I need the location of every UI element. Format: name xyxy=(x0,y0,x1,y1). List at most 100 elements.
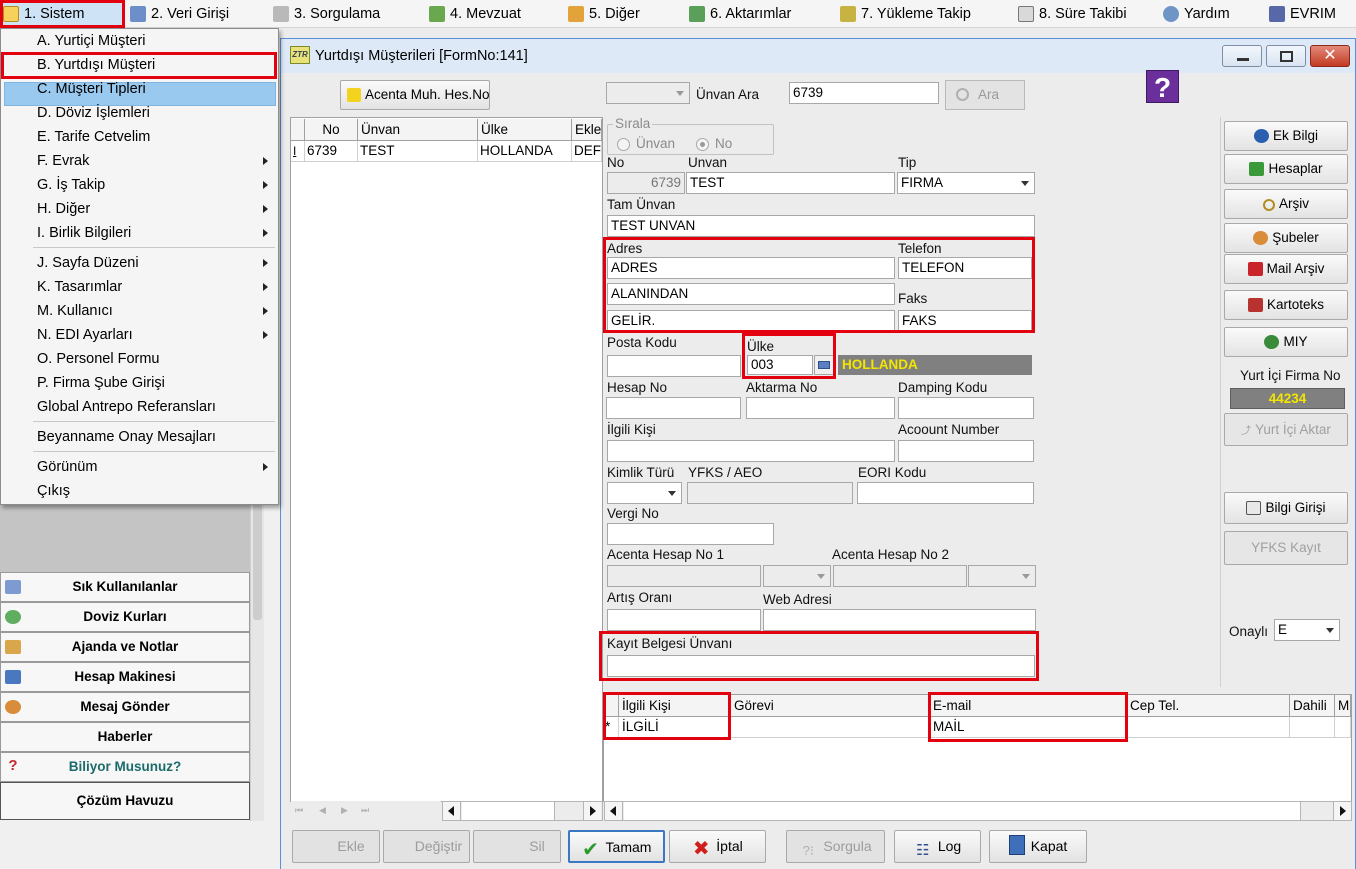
menu-item-edi-ayarlari[interactable]: N. EDI Ayarları xyxy=(1,323,278,347)
left-btn-hesap-makinesi[interactable]: Hesap Makinesi xyxy=(0,662,250,692)
scroll-right-icon[interactable] xyxy=(583,802,601,820)
yfks-kayit-button[interactable]: YFKS Kayıt xyxy=(1224,531,1348,565)
menu-evrim[interactable]: EVRIM xyxy=(1266,3,1336,25)
adres-line3-field[interactable]: GELİR. xyxy=(607,310,895,332)
menu-diger[interactable]: 5. Diğer xyxy=(565,3,640,25)
contacts-row-gorevi[interactable] xyxy=(731,717,930,738)
miy-button[interactable]: MIY xyxy=(1224,327,1348,357)
menu-item-is-takip[interactable]: G. İş Takip xyxy=(1,173,278,197)
telefon-field[interactable]: TELEFON xyxy=(898,257,1032,279)
menu-item-evrak[interactable]: F. Evrak xyxy=(1,149,278,173)
help-question-icon[interactable]: ? xyxy=(1146,70,1179,103)
menu-item-tasarimlar[interactable]: K. Tasarımlar xyxy=(1,275,278,299)
left-btn-cozum-havuzu[interactable]: Çözüm Havuzu xyxy=(0,782,250,820)
sirala-unvan-radio[interactable] xyxy=(617,138,630,151)
menu-sure-takibi[interactable]: 8. Süre Takibi xyxy=(1015,3,1127,25)
left-btn-mesaj-gonder[interactable]: Mesaj Gönder xyxy=(0,692,250,722)
contacts-header-gorevi[interactable]: Görevi xyxy=(731,695,930,717)
onayli-select[interactable]: E xyxy=(1274,619,1340,641)
contacts-row-cep-tel[interactable] xyxy=(1127,717,1290,738)
contacts-header-email[interactable]: E-mail xyxy=(930,695,1127,717)
kapat-button[interactable]: Kapat xyxy=(989,830,1087,863)
first-record-icon[interactable]: ⏮ xyxy=(295,805,307,816)
left-btn-ajanda[interactable]: Ajanda ve Notlar xyxy=(0,632,250,662)
menu-item-birlik-bilgileri[interactable]: I. Birlik Bilgileri xyxy=(1,221,278,245)
menu-item-firma-sube-girisi[interactable]: P. Firma Şube Girişi xyxy=(1,371,278,395)
ek-bilgi-button[interactable]: Ek Bilgi xyxy=(1224,121,1348,151)
contacts-row-m[interactable] xyxy=(1335,717,1351,738)
close-button[interactable]: ✕ xyxy=(1310,45,1350,67)
grid-header-no[interactable]: No xyxy=(305,119,358,141)
menu-veri-girisi[interactable]: 2. Veri Girişi xyxy=(127,3,229,25)
grid-horizontal-scrollbar[interactable] xyxy=(442,801,603,821)
arsiv-button[interactable]: Arşiv xyxy=(1224,189,1348,219)
unvan-field[interactable]: TEST xyxy=(686,172,895,194)
menu-yukleme-takip[interactable]: 7. Yükleme Takip xyxy=(837,3,971,25)
left-panel-scrollbar[interactable] xyxy=(250,480,264,821)
left-btn-haberler[interactable]: Haberler xyxy=(0,722,250,752)
menu-yardim[interactable]: Yardım xyxy=(1160,3,1230,25)
last-record-icon[interactable]: ⏭ xyxy=(361,805,373,816)
left-btn-doviz-kurlari[interactable]: Doviz Kurları xyxy=(0,602,250,632)
vergi-no-field[interactable] xyxy=(607,523,774,545)
contacts-horizontal-scrollbar[interactable] xyxy=(604,801,1352,821)
menu-item-diger[interactable]: H. Diğer xyxy=(1,197,278,221)
sirala-no-radio[interactable] xyxy=(696,138,709,151)
ilgili-kisi-field[interactable] xyxy=(607,440,895,462)
sil-button[interactable]: Sil xyxy=(473,830,561,863)
web-adresi-field[interactable] xyxy=(763,609,1036,631)
table-row-ulke[interactable]: HOLLANDA xyxy=(478,141,572,162)
ekle-button[interactable]: Ekle xyxy=(292,830,380,863)
menu-item-yurtici-musteri[interactable]: A. Yurtiçi Müşteri xyxy=(1,29,278,53)
mail-arsiv-button[interactable]: Mail Arşiv xyxy=(1224,254,1348,284)
tam-unvan-field[interactable]: TEST UNVAN xyxy=(607,215,1035,237)
table-row-ekle[interactable]: DEF xyxy=(572,141,602,162)
bilgi-girisi-button[interactable]: Bilgi Girişi xyxy=(1224,492,1348,524)
menu-item-global-antrepo[interactable]: Global Antrepo Referansları xyxy=(1,395,278,419)
damping-kodu-field[interactable] xyxy=(898,397,1034,419)
scroll-right-icon[interactable] xyxy=(1333,802,1351,820)
kayit-belgesi-field[interactable] xyxy=(607,655,1035,677)
contacts-header-cep-tel[interactable]: Cep Tel. xyxy=(1127,695,1290,717)
left-btn-biliyor-musunuz[interactable]: ? Biliyor Musunuz? xyxy=(0,752,250,782)
contacts-row-dahili[interactable] xyxy=(1290,717,1335,738)
contacts-header-ilgili-kisi[interactable]: İlgili Kişi xyxy=(619,695,731,717)
left-btn-sik-kullanilanlar[interactable]: Sık Kullanılanlar xyxy=(0,572,250,602)
menu-item-beyanname-onay[interactable]: Beyanname Onay Mesajları xyxy=(1,425,278,449)
ulke-lookup-button[interactable] xyxy=(814,355,834,375)
scroll-left-icon[interactable] xyxy=(443,802,461,820)
minimize-button[interactable] xyxy=(1222,45,1262,67)
contacts-header-m[interactable]: M xyxy=(1335,695,1351,717)
account-number-field[interactable] xyxy=(898,440,1034,462)
acenta-muh-hes-button[interactable]: Acenta Muh. Hes.No xyxy=(340,80,490,110)
eori-field[interactable] xyxy=(857,482,1034,504)
search-input[interactable]: 6739 xyxy=(789,82,939,104)
subeler-button[interactable]: Şubeler xyxy=(1224,223,1348,253)
table-row-indicator[interactable]: I xyxy=(291,141,305,162)
artis-orani-field[interactable] xyxy=(607,609,761,631)
table-row-no[interactable]: 6739 xyxy=(305,141,358,162)
iptal-button[interactable]: ✖ İptal xyxy=(669,830,766,863)
log-button[interactable]: ☷ Log xyxy=(894,830,981,863)
faks-field[interactable]: FAKS xyxy=(898,310,1032,332)
menu-item-kullanici[interactable]: M. Kullanıcı xyxy=(1,299,278,323)
contacts-header-dahili[interactable]: Dahili xyxy=(1290,695,1335,717)
grid-header-ulke[interactable]: Ülke xyxy=(478,119,572,141)
search-type-combo[interactable] xyxy=(606,82,690,104)
kimlik-turu-select[interactable] xyxy=(607,482,682,504)
scroll-left-icon[interactable] xyxy=(605,802,623,820)
grid-header-unvan[interactable]: Ünvan xyxy=(358,119,478,141)
table-row-unvan[interactable]: TEST xyxy=(358,141,478,162)
contacts-row-ilgili-kisi[interactable]: İLGİLİ xyxy=(619,717,731,738)
menu-item-gorunum[interactable]: Görünüm xyxy=(1,455,278,479)
contacts-row-email[interactable]: MAİL xyxy=(930,717,1127,738)
maximize-button[interactable] xyxy=(1266,45,1306,67)
grid-header-ekle[interactable]: Ekle xyxy=(572,119,602,141)
tamam-button[interactable]: ✔ Tamam xyxy=(568,830,665,863)
menu-item-personel-formu[interactable]: O. Personel Formu xyxy=(1,347,278,371)
menu-item-doviz-islemleri[interactable]: D. Döviz İşlemleri xyxy=(1,101,278,125)
aktarma-no-field[interactable] xyxy=(746,397,895,419)
prev-record-icon[interactable]: ◀ xyxy=(319,805,331,816)
degistir-button[interactable]: Değiştir xyxy=(383,830,470,863)
kartoteks-button[interactable]: Kartoteks xyxy=(1224,290,1348,320)
